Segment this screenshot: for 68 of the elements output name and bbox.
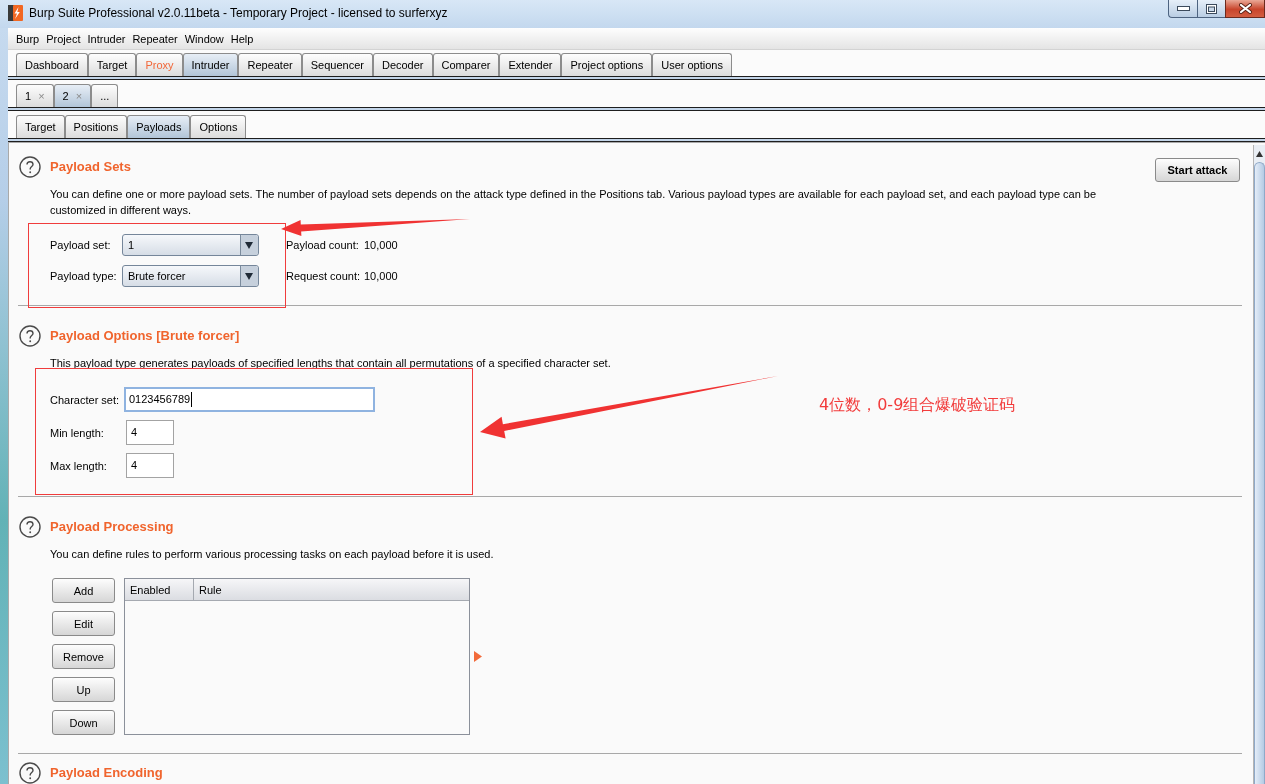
tab[interactable]: User options bbox=[652, 53, 732, 76]
dropdown[interactable]: Brute forcer bbox=[122, 265, 259, 287]
minimize-button[interactable] bbox=[1168, 0, 1197, 18]
tab[interactable]: Extender bbox=[499, 53, 562, 76]
help-icon[interactable] bbox=[19, 155, 41, 178]
start-attack-button[interactable]: Start attack bbox=[1155, 158, 1240, 182]
help-icon[interactable] bbox=[19, 761, 41, 784]
tab[interactable]: Target bbox=[16, 115, 65, 138]
close-icon bbox=[1238, 3, 1252, 14]
tab[interactable]: Target bbox=[87, 53, 137, 76]
tab[interactable]: Project options bbox=[561, 53, 653, 76]
column-header[interactable]: Enabled bbox=[125, 579, 194, 600]
section-title: Payload Options [Brute forcer] bbox=[50, 328, 240, 343]
field-label: Payload type: bbox=[50, 270, 118, 282]
section-title: Payload Processing bbox=[50, 519, 174, 534]
help-icon[interactable] bbox=[19, 324, 41, 347]
field-label: Max length: bbox=[50, 459, 108, 472]
app-logo-icon bbox=[8, 5, 23, 21]
tab[interactable]: 1 × bbox=[16, 84, 54, 107]
tab[interactable]: Positions bbox=[64, 115, 128, 138]
button[interactable]: Down bbox=[52, 710, 115, 735]
help-icon[interactable] bbox=[19, 515, 41, 538]
field-label: Min length: bbox=[50, 426, 105, 439]
maximize-button[interactable] bbox=[1197, 0, 1225, 18]
tab[interactable]: Sequencer bbox=[301, 53, 373, 76]
button[interactable]: Add bbox=[52, 578, 115, 603]
tab[interactable]: Comparer bbox=[432, 53, 500, 76]
window-title: Burp Suite Professional v2.0.11beta - Temporary Project - licensed to surferxyz bbox=[29, 6, 448, 20]
menu-item[interactable]: Window bbox=[184, 32, 224, 45]
count-value: 10,000 bbox=[364, 239, 398, 251]
menu-item[interactable]: Repeater bbox=[132, 32, 178, 45]
tab[interactable]: Dashboard bbox=[16, 53, 88, 76]
button[interactable]: Edit bbox=[52, 611, 115, 636]
count-value: 10,000 bbox=[364, 270, 398, 282]
section-description: You can define one or more payload sets. The number of payload sets depends on the attack type defined in the Positions tab. Various payload types are available for each payload set, and each payload type can be customized in different ways. bbox=[50, 187, 1098, 218]
close-button[interactable] bbox=[1225, 0, 1265, 18]
column-header[interactable]: Rule bbox=[194, 579, 469, 600]
tab[interactable]: 2 × bbox=[53, 84, 92, 107]
field-label: Payload set: bbox=[50, 239, 112, 251]
menu-item[interactable]: Intruder bbox=[87, 32, 126, 45]
count-label: Request count: bbox=[286, 270, 361, 282]
maximize-icon bbox=[1206, 3, 1217, 14]
tab[interactable]: Intruder bbox=[182, 53, 239, 76]
tab[interactable]: ... bbox=[91, 84, 119, 107]
caret-icon bbox=[240, 235, 258, 255]
section-title: Payload Encoding bbox=[50, 765, 163, 780]
tab[interactable]: Repeater bbox=[238, 53, 302, 76]
tab[interactable]: Payloads bbox=[127, 115, 191, 138]
input-field[interactable]: 4 bbox=[126, 420, 174, 445]
menu-item[interactable]: Project bbox=[46, 32, 81, 45]
annotation-note: 4位数，0-9组合爆破验证码 bbox=[819, 395, 1016, 416]
minimize-icon bbox=[1176, 6, 1190, 11]
triangle-icon[interactable] bbox=[474, 651, 482, 662]
field-label: Character set: bbox=[50, 393, 121, 406]
caret-icon bbox=[240, 266, 258, 286]
count-label: Payload count: bbox=[286, 239, 360, 251]
up-arrow-icon bbox=[1256, 150, 1263, 157]
tab[interactable]: Options bbox=[190, 115, 247, 138]
input-field[interactable]: 4 bbox=[126, 453, 174, 478]
button[interactable]: Up bbox=[52, 677, 115, 702]
button[interactable]: Remove bbox=[52, 644, 115, 669]
menu-item[interactable]: Burp bbox=[16, 32, 40, 45]
section-description: You can define rules to perform various processing tasks on each payload before it is used. bbox=[50, 547, 495, 562]
section-title: Payload Sets bbox=[50, 159, 131, 174]
tab[interactable]: Decoder bbox=[372, 53, 433, 76]
dropdown[interactable]: 1 bbox=[122, 234, 259, 256]
menu-item[interactable]: Help bbox=[230, 32, 254, 45]
input-field[interactable]: 0123456789 bbox=[124, 387, 375, 412]
